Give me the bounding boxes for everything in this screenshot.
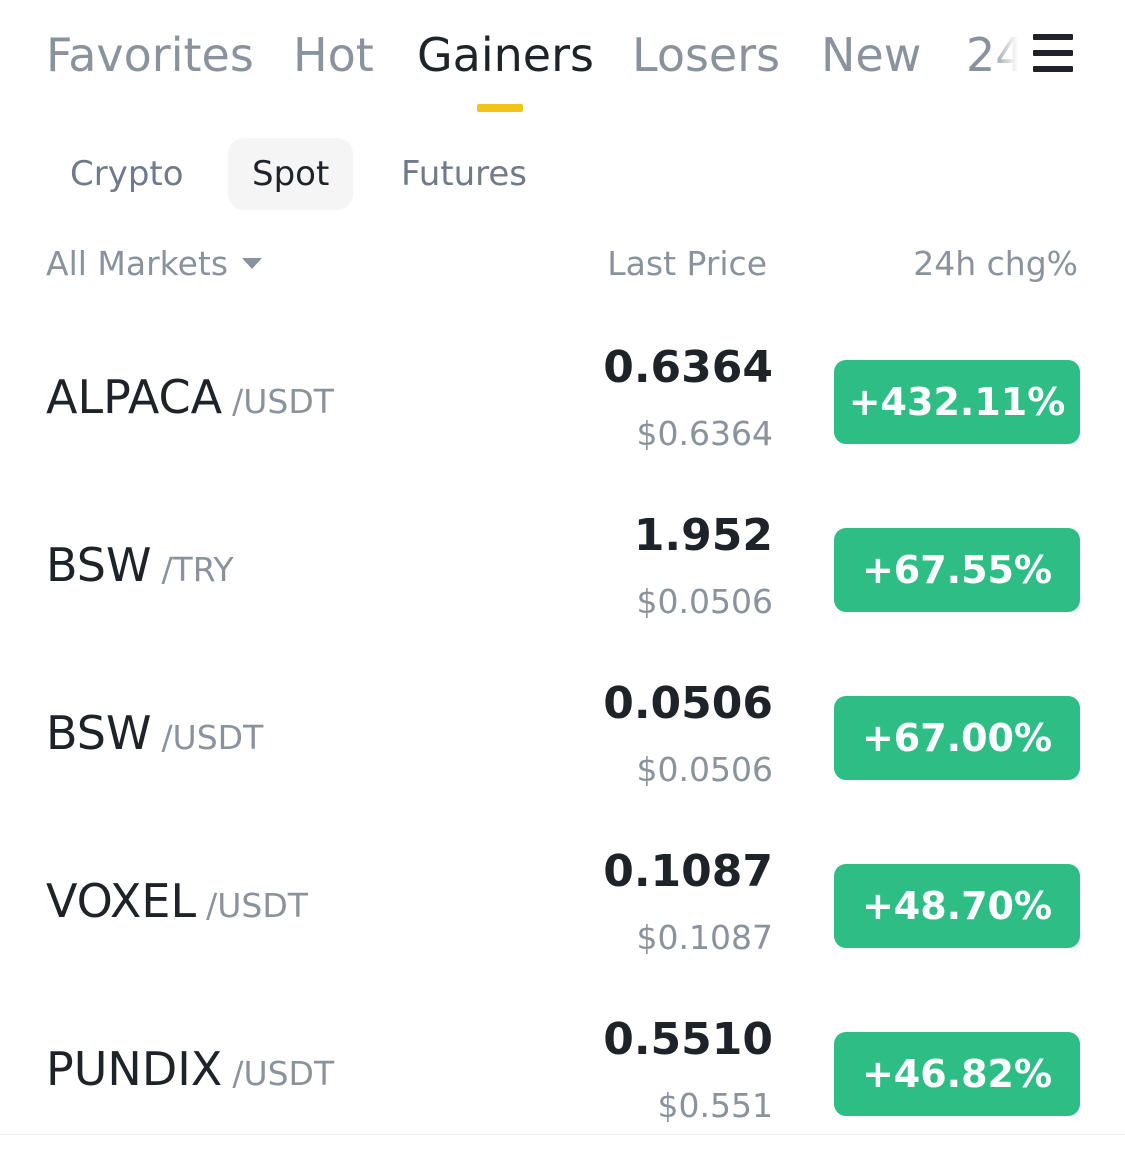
tab-hot[interactable]: Hot xyxy=(293,28,374,82)
menu-icon[interactable] xyxy=(1030,32,1076,74)
active-tab-indicator xyxy=(477,104,523,112)
last-price: 0.0506 xyxy=(603,678,773,729)
subtab-crypto[interactable]: Crypto xyxy=(46,138,208,210)
change-badge[interactable]: +432.11% xyxy=(834,360,1080,444)
change-badge[interactable]: +67.55% xyxy=(834,528,1080,612)
base-asset: BSW xyxy=(46,538,152,592)
market-row-voxel-usdt[interactable]: VOXEL/USDT 0.1087 $0.1087 +48.70% xyxy=(0,834,1125,1002)
fiat-price: $0.0506 xyxy=(636,750,773,789)
change-badge[interactable]: +48.70% xyxy=(834,864,1080,948)
subtab-spot[interactable]: Spot xyxy=(228,138,354,210)
quote-asset: /TRY xyxy=(161,550,234,589)
tab-gainers[interactable]: Gainers xyxy=(417,28,594,82)
tab-overflow-fade xyxy=(990,0,1030,110)
base-asset: ALPACA xyxy=(46,370,223,424)
last-price: 0.5510 xyxy=(603,1014,773,1065)
market-tabs: Favorites Hot Gainers Losers New 24 xyxy=(0,0,1125,125)
fiat-price: $0.0506 xyxy=(636,582,773,621)
market-row-pundix-usdt[interactable]: PUNDIX/USDT 0.5510 $0.551 +46.82% xyxy=(0,1002,1125,1170)
base-asset: PUNDIX xyxy=(46,1042,223,1096)
quote-asset: /USDT xyxy=(161,718,264,757)
base-asset: BSW xyxy=(46,706,152,760)
pair-symbol: PUNDIX/USDT xyxy=(46,1042,334,1096)
market-row-bsw-try[interactable]: BSW/TRY 1.952 $0.0506 +67.55% xyxy=(0,498,1125,666)
pair-symbol: BSW/USDT xyxy=(46,706,263,760)
quote-asset: /USDT xyxy=(232,382,334,421)
change-header[interactable]: 24h chg% xyxy=(913,244,1078,283)
caret-down-icon xyxy=(242,258,263,269)
pair-symbol: ALPACA/USDT xyxy=(46,370,334,424)
change-badge[interactable]: +67.00% xyxy=(834,696,1080,780)
base-asset: VOXEL xyxy=(46,874,197,928)
tab-favorites[interactable]: Favorites xyxy=(46,28,254,82)
last-price-header[interactable]: Last Price xyxy=(607,244,767,283)
all-markets-label: All Markets xyxy=(46,244,229,283)
bottom-divider xyxy=(0,1134,1125,1135)
pair-symbol: BSW/TRY xyxy=(46,538,234,592)
fiat-price: $0.6364 xyxy=(636,414,773,453)
fiat-price: $0.551 xyxy=(657,1086,773,1125)
subtab-futures[interactable]: Futures xyxy=(377,138,551,210)
last-price: 0.1087 xyxy=(603,846,773,897)
last-price: 1.952 xyxy=(633,510,773,561)
quote-asset: /USDT xyxy=(232,1054,335,1093)
fiat-price: $0.1087 xyxy=(636,918,773,957)
all-markets-dropdown[interactable]: All Markets xyxy=(46,244,263,283)
last-price: 0.6364 xyxy=(603,342,773,393)
tab-losers[interactable]: Losers xyxy=(632,28,780,82)
tab-new[interactable]: New xyxy=(821,28,921,82)
market-row-bsw-usdt[interactable]: BSW/USDT 0.0506 $0.0506 +67.00% xyxy=(0,666,1125,834)
pair-symbol: VOXEL/USDT xyxy=(46,874,308,928)
market-row-alpaca-usdt[interactable]: ALPACA/USDT 0.6364 $0.6364 +432.11% xyxy=(0,330,1125,498)
quote-asset: /USDT xyxy=(206,886,308,925)
change-badge[interactable]: +46.82% xyxy=(834,1032,1080,1116)
